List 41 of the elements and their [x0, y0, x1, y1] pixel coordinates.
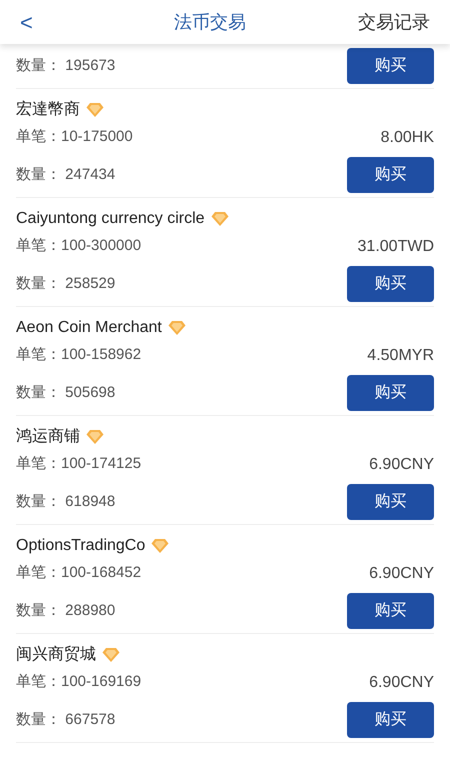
price-text: 31.00TWD	[358, 236, 434, 256]
range-text: 单笔：100-300000	[16, 236, 142, 256]
range-text: 单笔：100-168452	[16, 563, 142, 584]
buy-button[interactable]: 购买	[347, 157, 434, 193]
page-title: 法币交易	[174, 10, 246, 34]
merchant-name: Aeon Coin Merchant	[16, 318, 162, 338]
diamond-icon	[210, 210, 229, 226]
price-text: 6.90CNY	[369, 564, 434, 584]
back-button[interactable]: <	[20, 6, 80, 38]
buy-button[interactable]: 购买	[347, 593, 434, 629]
diamond-icon	[151, 538, 170, 554]
diamond-icon	[86, 428, 104, 444]
price-text: 6.90CNY	[369, 454, 434, 474]
diamond-icon	[102, 646, 120, 662]
merchant-name: Caiyuntong currency circle	[16, 208, 205, 228]
merchant-name: OptionsTradingCo	[16, 536, 146, 556]
range-text: 单笔：10-175000	[16, 127, 133, 148]
merchant-name: 闽兴商贸城	[16, 644, 96, 664]
merchant-name: 鸿运商铺	[16, 426, 80, 446]
buy-button[interactable]: 购买	[347, 375, 434, 411]
range-text: 单笔：100-158962	[16, 345, 142, 366]
price-text: 6.90CNY	[369, 672, 434, 692]
quantity-text: 数量： 618948	[16, 492, 116, 512]
buy-button[interactable]: 购买	[347, 484, 434, 520]
quantity-text: 数量： 505698	[16, 382, 116, 403]
quantity-text: 数量： 247434	[16, 164, 116, 185]
buy-button[interactable]: 购买	[347, 48, 434, 84]
trade-records-link[interactable]: 交易记录	[340, 8, 430, 36]
price-text: 4.50MYR	[367, 346, 434, 366]
range-text: 单笔：100-169169	[16, 672, 142, 692]
price-text: 8.00HK	[380, 128, 434, 148]
merchant-name: 宏達幣商	[16, 100, 80, 120]
diamond-icon	[168, 320, 186, 336]
quantity-text: 数量： 258529	[16, 274, 116, 294]
quantity-text: 数量： 195673	[16, 56, 116, 76]
quantity-text: 数量： 667578	[16, 710, 116, 730]
quantity-text: 数量： 288980	[16, 600, 116, 621]
diamond-icon	[86, 102, 104, 118]
range-text: 单笔：100-174125	[16, 454, 142, 474]
buy-button[interactable]: 购买	[347, 702, 434, 738]
buy-button[interactable]: 购买	[347, 266, 434, 302]
